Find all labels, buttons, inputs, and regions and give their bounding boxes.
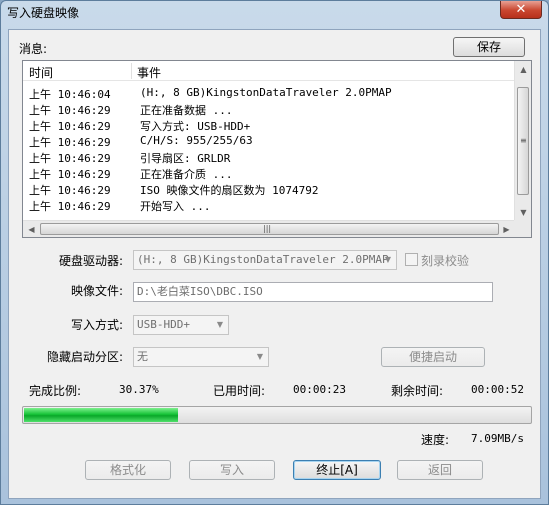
verify-label: 刻录校验 xyxy=(421,254,470,268)
grip-icon: ≡ xyxy=(520,136,527,145)
log-row-clock: 10:46:29 xyxy=(57,200,111,213)
dialog-window: 写入硬盘映像 ✕ 消息: 保存 时间 事件 上午 10:46:04 (H:, 8 … xyxy=(0,0,549,505)
log-row-clock: 10:46:29 xyxy=(57,120,111,133)
chevron-down-icon[interactable]: ▼ xyxy=(212,316,228,334)
scroll-up-icon[interactable]: ▲ xyxy=(515,61,532,78)
chevron-down-icon[interactable]: ▼ xyxy=(380,251,396,269)
write-mode-select[interactable]: USB-HDD+ ▼ xyxy=(133,315,229,335)
back-button[interactable]: 返回 xyxy=(397,460,483,480)
chevron-down-icon[interactable]: ▼ xyxy=(252,348,268,366)
image-file-label: 映像文件: xyxy=(71,284,124,298)
close-icon: ✕ xyxy=(515,2,527,17)
drive-select-value: (H:, 8 GB)KingstonDataTraveler 2.0PMAP xyxy=(137,253,389,266)
log-row-event: 正在准备介质 ... xyxy=(140,168,233,181)
log-row-time: 上午 10:46:29 xyxy=(29,134,111,150)
log-row-clock: 10:46:29 xyxy=(57,184,111,197)
remaining-value: 00:00:52 xyxy=(471,383,524,396)
log-row-time: 上午 10:46:29 xyxy=(29,150,111,166)
save-button[interactable]: 保存 xyxy=(453,37,525,57)
dialog-body: 消息: 保存 时间 事件 上午 10:46:04 (H:, 8 GB)Kingst… xyxy=(8,29,541,499)
log-row-event: (H:, 8 GB)KingstonDataTraveler 2.0PMAP xyxy=(140,86,392,99)
elapsed-value: 00:00:23 xyxy=(293,383,346,396)
log-row-ampm: 上午 xyxy=(29,200,51,213)
elapsed-label: 已用时间: xyxy=(213,384,266,398)
log-row-ampm: 上午 xyxy=(29,104,51,117)
log-row[interactable]: 上午 10:46:04 (H:, 8 GB)KingstonDataTravele… xyxy=(23,85,515,101)
log-row-event: 引导扇区: GRLDR xyxy=(140,152,231,165)
log-row-ampm: 上午 xyxy=(29,152,51,165)
log-row-time: 上午 10:46:04 xyxy=(29,86,111,102)
horizontal-scroll-thumb[interactable]: ||| xyxy=(40,223,499,235)
scroll-down-icon[interactable]: ▼ xyxy=(515,204,532,221)
remaining-label: 剩余时间: xyxy=(391,384,444,398)
scroll-left-icon[interactable]: ◀ xyxy=(23,221,40,238)
speed-label: 速度: xyxy=(421,433,450,447)
hidden-partition-select[interactable]: 无 ▼ xyxy=(133,347,269,367)
write-mode-value: USB-HDD+ xyxy=(137,318,190,331)
log-row[interactable]: 上午 10:46:29 正在准备数据 ... xyxy=(23,101,515,117)
log-row[interactable]: 上午 10:46:29 正在准备介质 ... xyxy=(23,165,515,181)
quick-boot-button[interactable]: 便捷启动 xyxy=(381,347,485,367)
image-file-input[interactable]: D:\老白菜ISO\DBC.ISO xyxy=(133,282,493,302)
log-row-clock: 10:46:29 xyxy=(57,104,111,117)
log-row[interactable]: 上午 10:46:29 写入方式: USB-HDD+ xyxy=(23,117,515,133)
log-row-clock: 10:46:29 xyxy=(57,168,111,181)
log-header: 时间 事件 xyxy=(23,61,515,81)
complete-value: 30.37% xyxy=(119,383,159,396)
column-separator[interactable] xyxy=(131,63,132,79)
log-row-clock: 10:46:04 xyxy=(57,88,111,101)
column-header-event[interactable]: 事件 xyxy=(137,64,161,81)
scroll-corner xyxy=(514,220,531,237)
write-button[interactable]: 写入 xyxy=(189,460,275,480)
log-row-ampm: 上午 xyxy=(29,136,51,149)
log-row[interactable]: 上午 10:46:29 C/H/S: 955/255/63 xyxy=(23,133,515,149)
window-title: 写入硬盘映像 xyxy=(7,6,80,20)
log-row-event: 开始写入 ... xyxy=(140,200,211,213)
log-row[interactable]: 上午 10:46:29 开始写入 ... xyxy=(23,197,515,213)
drive-label: 硬盘驱动器: xyxy=(59,254,124,268)
vertical-scroll-thumb[interactable]: ≡ xyxy=(517,87,529,195)
log-row-ampm: 上午 xyxy=(29,168,51,181)
log-row-time: 上午 10:46:29 xyxy=(29,198,111,214)
hidden-partition-value: 无 xyxy=(137,350,148,363)
vertical-scrollbar[interactable]: ▲ ≡ ▼ xyxy=(514,61,531,221)
title-bar[interactable]: 写入硬盘映像 ✕ xyxy=(1,1,548,23)
log-row-time: 上午 10:46:29 xyxy=(29,182,111,198)
complete-label: 完成比例: xyxy=(29,384,82,398)
stop-button[interactable]: 终止[A] xyxy=(293,460,381,480)
verify-checkbox[interactable] xyxy=(405,253,418,266)
speed-value: 7.09MB/s xyxy=(471,432,524,445)
log-row-clock: 10:46:29 xyxy=(57,136,111,149)
format-button[interactable]: 格式化 xyxy=(85,460,171,480)
log-row-time: 上午 10:46:29 xyxy=(29,166,111,182)
log-row-event: 正在准备数据 ... xyxy=(140,104,233,117)
progress-bar xyxy=(22,406,532,424)
progress-fill xyxy=(24,408,178,422)
log-row-event: C/H/S: 955/255/63 xyxy=(140,134,253,147)
log-row-time: 上午 10:46:29 xyxy=(29,102,111,118)
log-row-ampm: 上午 xyxy=(29,120,51,133)
log-row[interactable]: 上午 10:46:29 ISO 映像文件的扇区数为 1074792 xyxy=(23,181,515,197)
horizontal-scrollbar[interactable]: ◀ ||| ▶ xyxy=(23,220,515,237)
write-mode-label: 写入方式: xyxy=(71,318,124,332)
drive-select[interactable]: (H:, 8 GB)KingstonDataTraveler 2.0PMAP ▼ xyxy=(133,250,397,270)
log-row-ampm: 上午 xyxy=(29,88,51,101)
log-row[interactable]: 上午 10:46:29 引导扇区: GRLDR xyxy=(23,149,515,165)
hidden-partition-label: 隐藏启动分区: xyxy=(47,350,124,364)
log-row-event: 写入方式: USB-HDD+ xyxy=(140,120,251,133)
log-row-event: ISO 映像文件的扇区数为 1074792 xyxy=(140,184,319,197)
close-button[interactable]: ✕ xyxy=(500,1,542,19)
message-log[interactable]: 时间 事件 上午 10:46:04 (H:, 8 GB)KingstonDataT… xyxy=(22,60,532,238)
scroll-right-icon[interactable]: ▶ xyxy=(498,221,515,238)
column-header-time[interactable]: 时间 xyxy=(29,64,53,81)
grip-icon: ||| xyxy=(263,224,272,233)
log-row-time: 上午 10:46:29 xyxy=(29,118,111,134)
log-row-clock: 10:46:29 xyxy=(57,152,111,165)
log-row-ampm: 上午 xyxy=(29,184,51,197)
messages-label: 消息: xyxy=(19,42,48,56)
